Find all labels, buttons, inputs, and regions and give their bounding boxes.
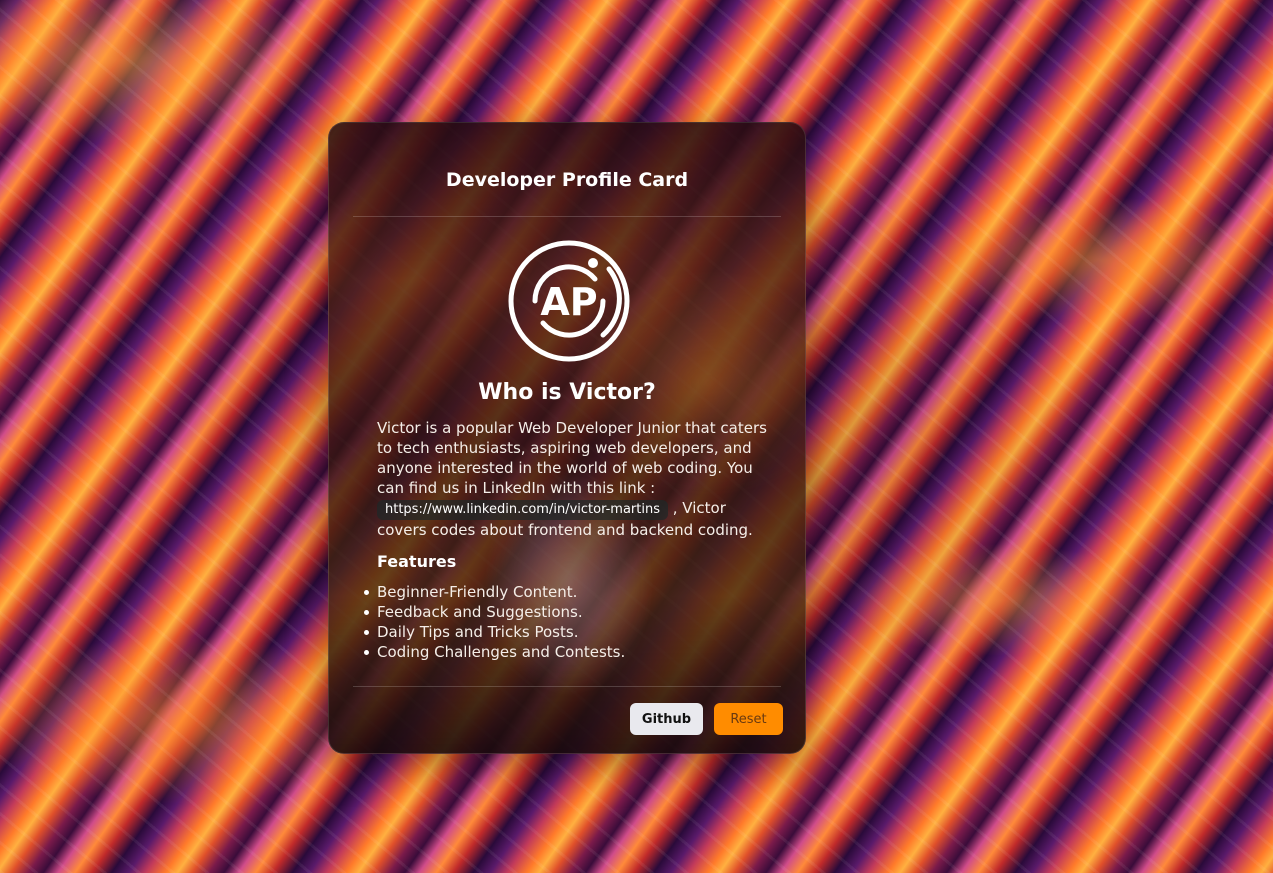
profile-description: Victor is a popular Web Developer Junior… [377,418,767,540]
bottom-divider [353,686,781,687]
description-text: Victor is a popular Web Developer Junior… [377,419,767,497]
profile-heading: Who is Victor? [478,380,656,405]
feature-item: Feedback and Suggestions. [363,602,625,622]
feature-item: Coding Challenges and Contests. [363,643,626,661]
top-divider [353,216,781,217]
logo-text: AP [540,280,597,324]
features-title: Features [377,552,457,571]
profile-card: Developer Profile Card AP Who is Victor?… [328,122,806,754]
card-title: Developer Profile Card [445,169,689,191]
reset-button[interactable]: Reset [714,703,783,735]
github-button[interactable]: Github [630,703,703,735]
features-list: Beginner-Friendly Content. Feedback and … [363,582,626,662]
feature-item: Beginner-Friendly Content. [363,582,625,602]
ap-logo-icon: AP [508,240,630,362]
linkedin-link[interactable]: https://www.linkedin.com/in/victor-marti… [377,500,668,520]
feature-item: Daily Tips and Tricks Posts. [363,622,625,642]
